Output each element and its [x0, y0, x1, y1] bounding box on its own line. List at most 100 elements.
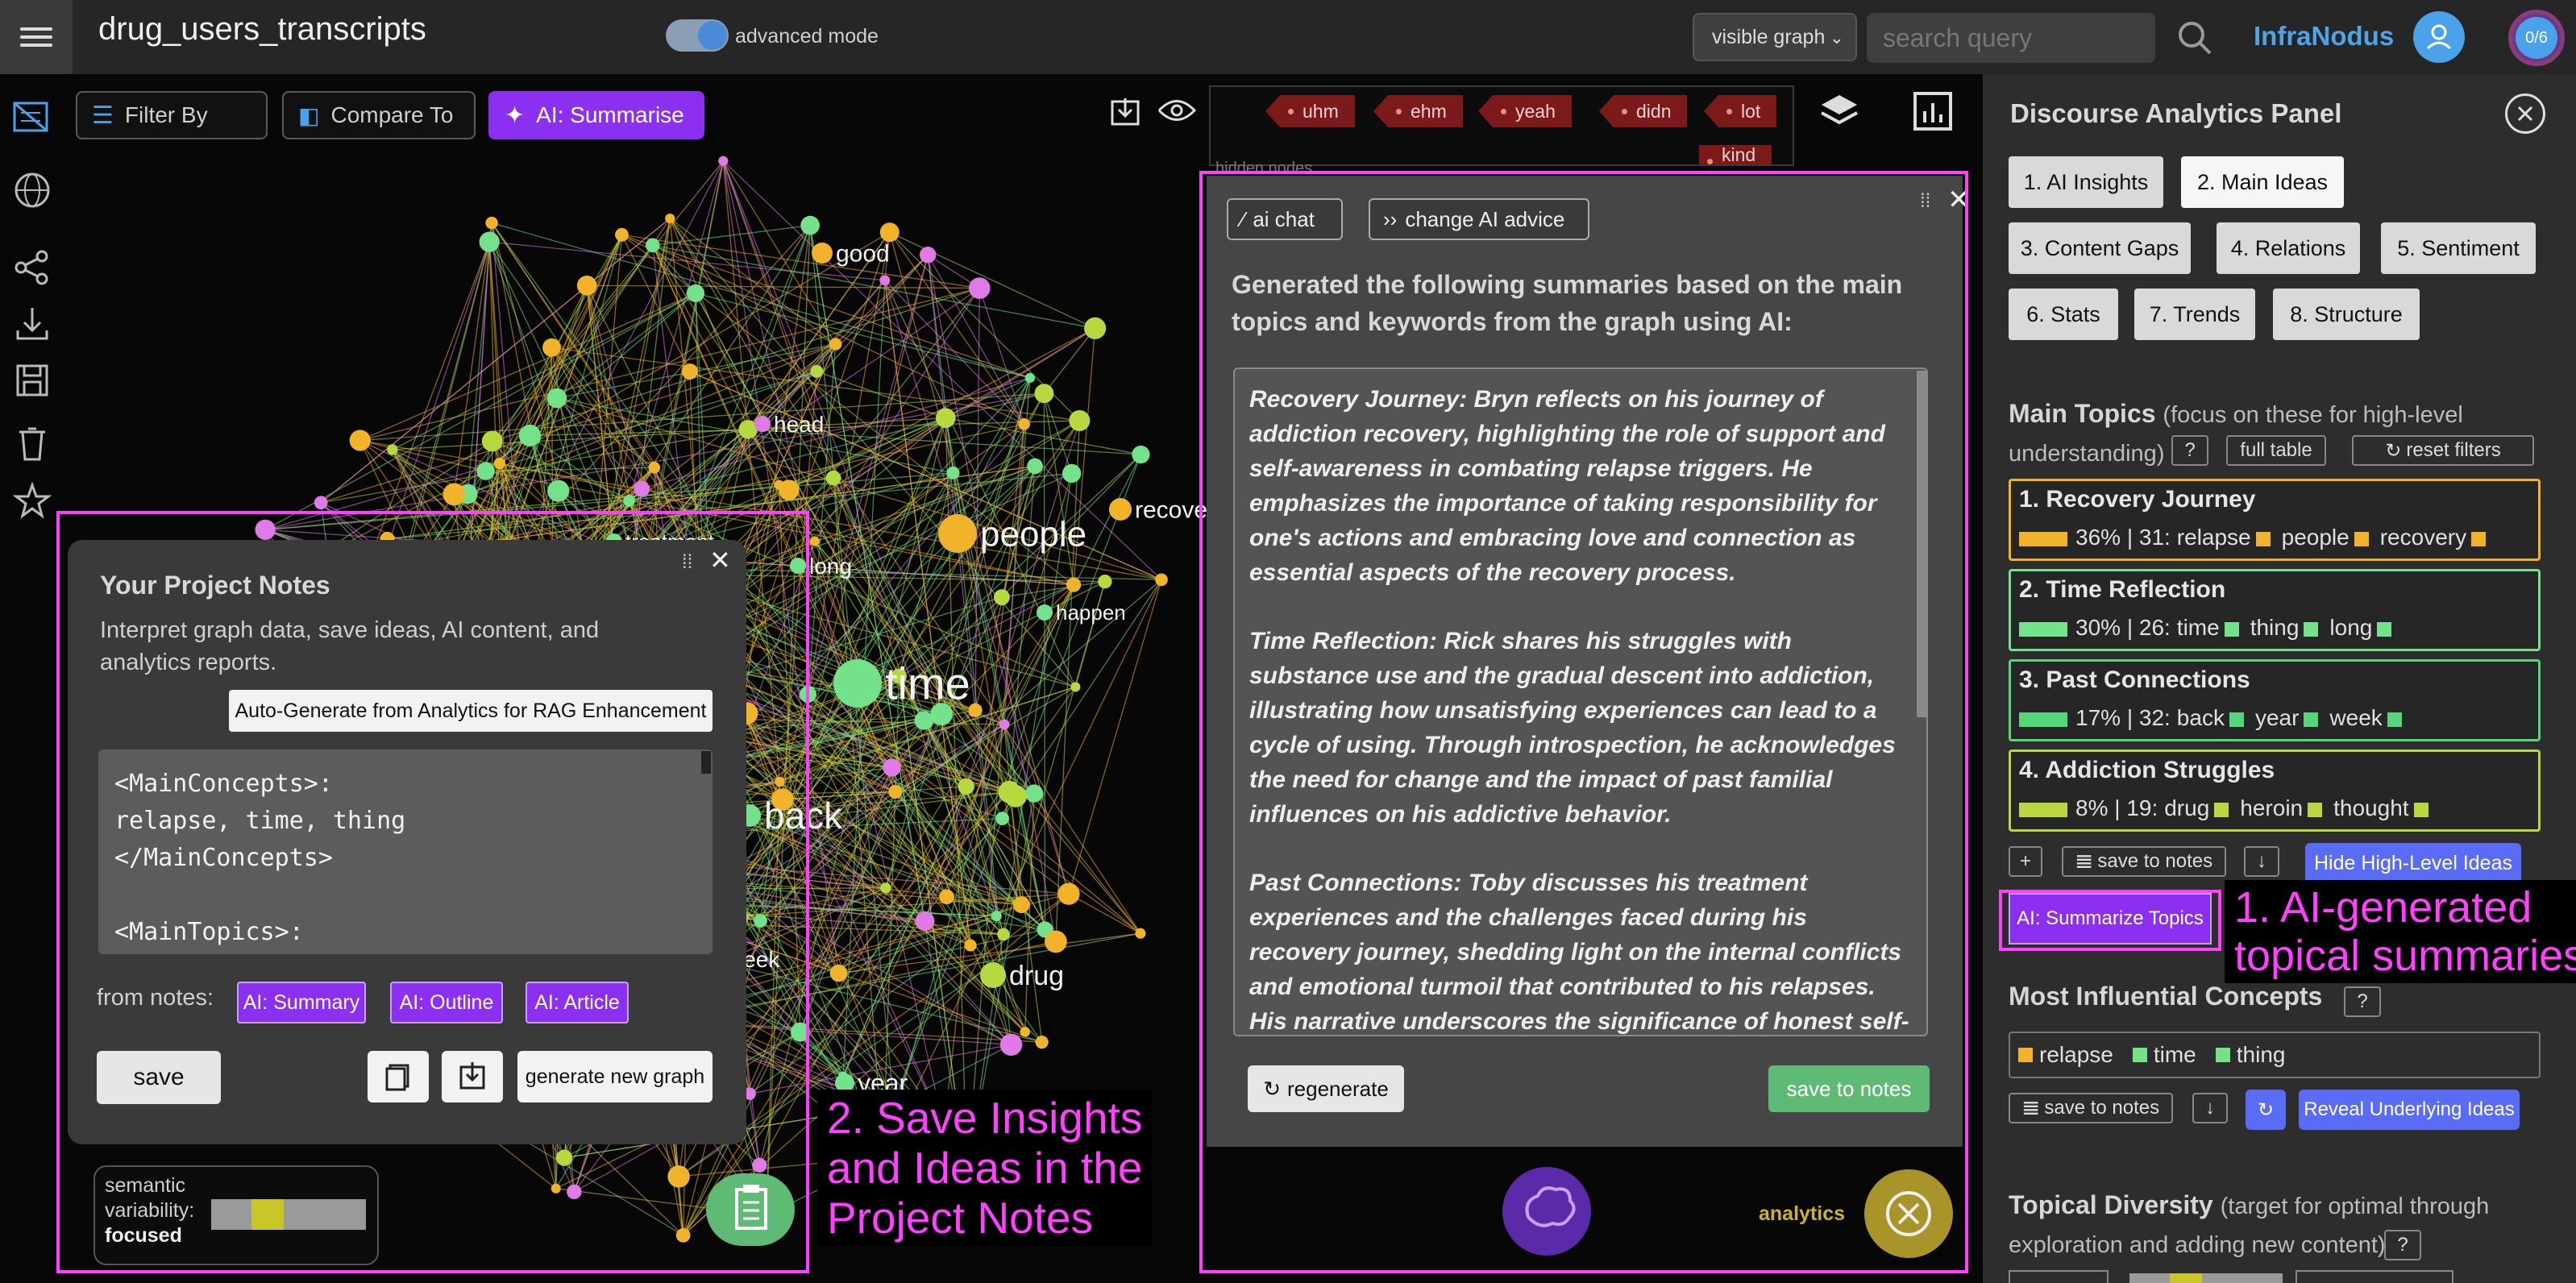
graph-node[interactable]: [1034, 384, 1054, 404]
graph-node[interactable]: [968, 277, 991, 299]
graph-node[interactable]: [349, 430, 371, 451]
graph-node[interactable]: [1069, 409, 1091, 431]
download-icon[interactable]: [11, 303, 53, 345]
topic-keyword[interactable]: recovery: [2380, 525, 2466, 550]
save-topics-to-notes-button[interactable]: 𝌆 save to notes: [2062, 846, 2226, 877]
graph-node[interactable]: [615, 227, 629, 242]
graph-node[interactable]: [1037, 604, 1053, 621]
graph-view-select[interactable]: visible graph ⌄: [1693, 13, 1857, 61]
stopword-tag[interactable]: yeah: [1478, 95, 1572, 127]
graph-node[interactable]: [546, 388, 567, 409]
graph-node[interactable]: [485, 216, 498, 230]
graph-node[interactable]: [665, 213, 675, 224]
graph-node[interactable]: [995, 812, 1009, 825]
tab-relations[interactable]: 4. Relations: [2217, 222, 2360, 274]
graph-title[interactable]: drug_users_transcripts: [98, 11, 426, 48]
graph-node[interactable]: [542, 338, 561, 357]
graph-node[interactable]: [493, 457, 505, 470]
graph-node[interactable]: [809, 536, 820, 546]
graph-node[interactable]: [476, 462, 495, 480]
graph-node[interactable]: [576, 275, 597, 296]
graph-node[interactable]: [968, 703, 983, 717]
graph-node[interactable]: [1024, 372, 1036, 383]
download-graph-icon[interactable]: [1109, 95, 1141, 127]
topic-keyword[interactable]: time: [2177, 615, 2220, 640]
topic-keyword[interactable]: year: [2255, 705, 2299, 730]
tab-ai-insights[interactable]: 1. AI Insights: [2009, 156, 2163, 208]
topic-keyword[interactable]: heroin: [2240, 795, 2303, 820]
graph-node[interactable]: [1132, 445, 1150, 464]
stopword-tag[interactable]: uhm: [1265, 95, 1355, 127]
advanced-mode-toggle[interactable]: [666, 19, 729, 52]
graph-node[interactable]: [1066, 577, 1082, 592]
close-panel-icon[interactable]: [2505, 93, 2545, 134]
graph-node[interactable]: [1035, 1036, 1049, 1049]
concept-tag[interactable]: thing: [2237, 1042, 2286, 1068]
graph-node[interactable]: [1020, 1027, 1030, 1037]
brand-logo[interactable]: InfraNodus: [2254, 21, 2394, 52]
graph-node[interactable]: [387, 444, 398, 455]
trash-icon[interactable]: [11, 422, 53, 464]
graph-node[interactable]: [812, 243, 833, 264]
graph-node-label[interactable]: time: [885, 658, 970, 709]
compare-to-button[interactable]: ◧ Compare To: [282, 91, 476, 139]
download-topics-button[interactable]: ↓: [2244, 846, 2279, 877]
graph-node[interactable]: [998, 780, 1021, 803]
concept-tag[interactable]: relapse: [2039, 1042, 2113, 1068]
graph-node[interactable]: [915, 911, 935, 932]
graph-node[interactable]: [1135, 928, 1146, 939]
tab-trends[interactable]: 7. Trends: [2134, 289, 2255, 340]
share-icon[interactable]: [11, 247, 53, 289]
graph-node[interactable]: [993, 589, 1010, 606]
graph-node[interactable]: [964, 939, 977, 952]
stopword-tag[interactable]: didn: [1598, 95, 1688, 127]
graph-node[interactable]: [754, 416, 771, 432]
topic-card[interactable]: 2. Time Reflection 30% | 26: time thing long: [2009, 569, 2541, 651]
text-graph-icon[interactable]: [11, 97, 53, 139]
graph-node[interactable]: [1109, 498, 1132, 521]
globe-icon[interactable]: [11, 169, 53, 211]
full-table-button[interactable]: full table: [2226, 435, 2326, 466]
tab-structure[interactable]: 8. Structure: [2273, 289, 2420, 340]
graph-node[interactable]: [883, 758, 901, 777]
help-button[interactable]: ?: [2344, 986, 2381, 1017]
graph-node[interactable]: [1084, 317, 1107, 339]
graph-node[interactable]: [1027, 458, 1043, 475]
concept-tag[interactable]: time: [2154, 1042, 2196, 1068]
graph-node[interactable]: [980, 962, 1006, 988]
graph-node-label[interactable]: recovery: [1135, 497, 1209, 524]
diversity-control[interactable]: [2009, 1270, 2109, 1283]
graph-node[interactable]: [938, 514, 977, 553]
user-avatar[interactable]: [2413, 11, 2465, 63]
search-input[interactable]: [1867, 13, 2155, 63]
star-icon[interactable]: [11, 480, 53, 522]
graph-node-label[interactable]: happen: [1056, 600, 1126, 625]
graph-node[interactable]: [1012, 896, 1030, 914]
graph-node[interactable]: [919, 247, 937, 264]
topic-keyword[interactable]: back: [2177, 705, 2225, 730]
graph-node[interactable]: [829, 338, 842, 351]
graph-node[interactable]: [778, 480, 800, 500]
notification-badge[interactable]: 0/6: [2508, 10, 2565, 66]
graph-node[interactable]: [681, 363, 698, 380]
graph-node[interactable]: [1062, 463, 1082, 484]
save-icon[interactable]: [11, 359, 53, 401]
graph-node-label[interactable]: people: [980, 514, 1086, 554]
ai-summarise-button[interactable]: ✦ AI: Summarise: [488, 91, 704, 139]
reveal-underlying-ideas-button[interactable]: Reveal Underlying Ideas: [2299, 1090, 2520, 1130]
graph-node[interactable]: [939, 889, 954, 905]
graph-node[interactable]: [718, 156, 729, 166]
graph-node[interactable]: [1057, 882, 1080, 905]
layers-icon[interactable]: [1818, 90, 1860, 132]
graph-node[interactable]: [1098, 574, 1112, 589]
graph-node[interactable]: [999, 1033, 1023, 1057]
graph-node[interactable]: [314, 496, 328, 510]
graph-node[interactable]: [880, 882, 891, 894]
graph-node[interactable]: [879, 275, 891, 286]
tab-stats[interactable]: 6. Stats: [2009, 289, 2118, 340]
graph-node[interactable]: [1024, 784, 1044, 803]
graph-node[interactable]: [645, 238, 660, 253]
topic-card[interactable]: 4. Addiction Struggles 8% | 19: drug heroin…: [2009, 749, 2541, 832]
graph-node[interactable]: [879, 222, 900, 243]
graph-node-label[interactable]: drug: [1009, 961, 1064, 991]
